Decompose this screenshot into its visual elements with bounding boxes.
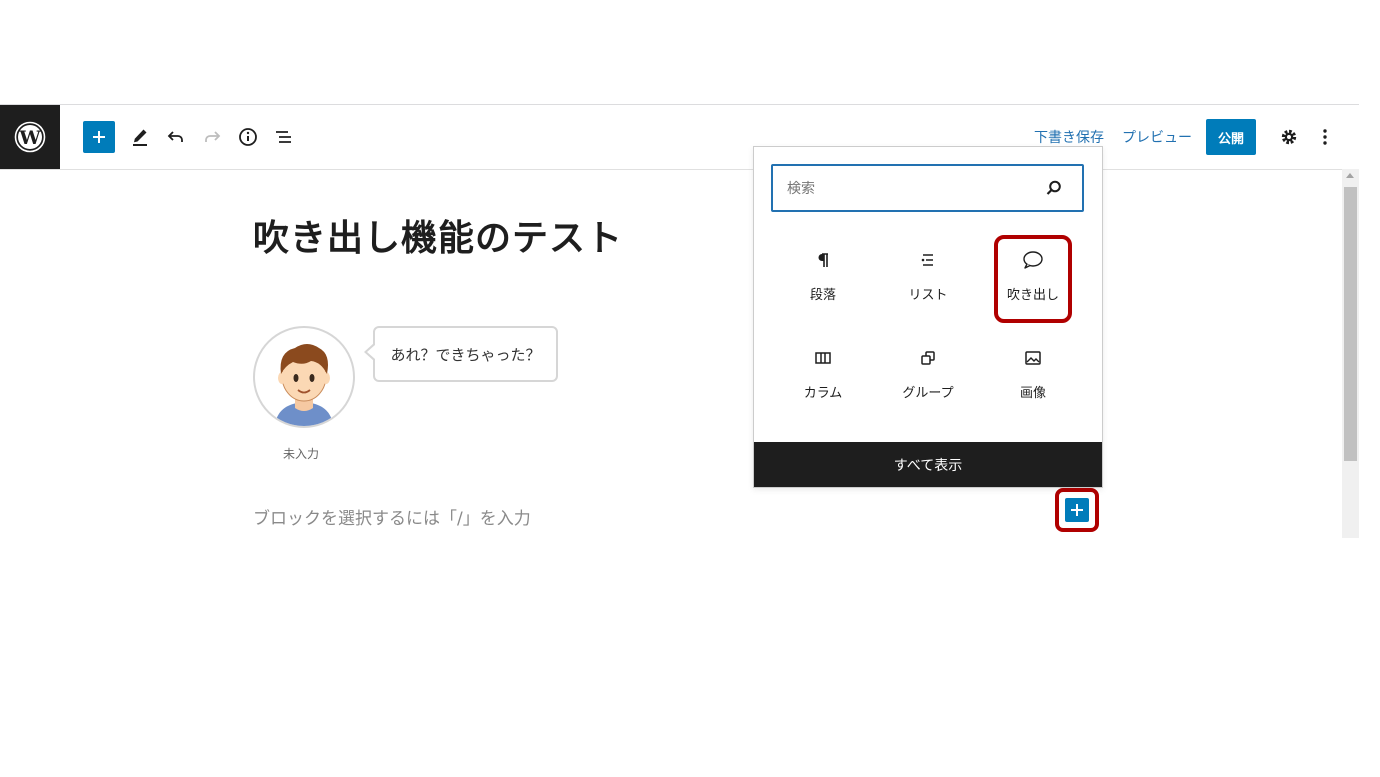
svg-text:W: W bbox=[18, 127, 41, 149]
speech-bubble-icon bbox=[1023, 251, 1043, 269]
speech-bubble-text[interactable]: あれ？できちゃった？ bbox=[390, 344, 540, 365]
plus-icon bbox=[93, 131, 105, 143]
block-label: 吹き出し bbox=[1006, 288, 1059, 303]
redo-button[interactable] bbox=[196, 121, 228, 153]
search-input[interactable] bbox=[785, 176, 1029, 202]
options-button[interactable] bbox=[1309, 121, 1341, 153]
block-label: リスト bbox=[908, 288, 948, 303]
block-columns[interactable]: カラム bbox=[773, 334, 873, 414]
inserter-search-box[interactable] bbox=[771, 164, 1084, 212]
block-label: グループ bbox=[902, 386, 954, 401]
info-icon bbox=[239, 128, 257, 146]
preview-link[interactable]: プレビュー bbox=[1122, 127, 1192, 147]
list-view-button[interactable] bbox=[268, 121, 300, 153]
settings-button[interactable] bbox=[1273, 121, 1305, 153]
undo-icon bbox=[167, 131, 183, 142]
boy-avatar-icon bbox=[275, 344, 333, 426]
block-placeholder[interactable]: ブロックを選択するには「/」を入力 bbox=[253, 504, 531, 529]
wordpress-logo-button[interactable]: W bbox=[0, 105, 60, 169]
publish-button[interactable]: 公開 bbox=[1206, 119, 1256, 155]
scrollbar-thumb[interactable] bbox=[1344, 187, 1357, 461]
avatar[interactable] bbox=[253, 326, 355, 428]
editor-header: W 下書き保存 プレビュー 公開 bbox=[0, 105, 1359, 170]
add-block-button[interactable] bbox=[83, 121, 115, 153]
show-all-button[interactable]: すべて表示 bbox=[754, 442, 1102, 487]
inline-add-highlight bbox=[1055, 488, 1099, 532]
pencil-icon bbox=[133, 129, 147, 146]
list-icon bbox=[921, 254, 933, 266]
scroll-up-arrow-icon[interactable] bbox=[1346, 173, 1354, 178]
edit-tool-button[interactable] bbox=[124, 121, 156, 153]
redo-icon bbox=[205, 131, 221, 142]
save-draft-link[interactable]: 下書き保存 bbox=[1034, 127, 1104, 147]
block-speech-balloon[interactable]: 吹き出し bbox=[983, 236, 1083, 316]
block-paragraph[interactable]: 段落 bbox=[773, 236, 873, 316]
more-vertical-icon bbox=[1323, 129, 1327, 145]
post-title[interactable]: 吹き出し機能のテスト bbox=[253, 209, 623, 261]
columns-icon bbox=[815, 352, 831, 364]
block-image[interactable]: 画像 bbox=[983, 334, 1083, 414]
block-label: 段落 bbox=[809, 288, 836, 303]
block-list[interactable]: リスト bbox=[878, 236, 978, 316]
block-group[interactable]: グループ bbox=[878, 334, 978, 414]
avatar-name-label: 未入力 bbox=[283, 447, 320, 461]
wordpress-icon: W bbox=[14, 121, 46, 153]
speech-bubble[interactable]: あれ？できちゃった？ bbox=[364, 326, 558, 382]
list-view-icon bbox=[276, 131, 291, 143]
undo-button[interactable] bbox=[160, 121, 192, 153]
block-label: 画像 bbox=[1019, 386, 1046, 401]
paragraph-icon bbox=[818, 253, 828, 267]
inline-add-block-button[interactable] bbox=[1065, 498, 1089, 522]
details-button[interactable] bbox=[232, 121, 264, 153]
editor-window: W 下書き保存 プレビュー 公開 吹き出し機能のテスト 未入力 あれ？できちゃっ… bbox=[0, 104, 1359, 538]
vertical-scrollbar[interactable] bbox=[1342, 169, 1359, 538]
block-inserter-popover: 段落 リスト 吹き出し bbox=[753, 146, 1103, 488]
gear-icon bbox=[1281, 129, 1297, 145]
block-label: カラム bbox=[803, 386, 843, 401]
search-button[interactable] bbox=[1044, 178, 1064, 202]
plus-icon bbox=[1071, 504, 1083, 516]
image-icon bbox=[1025, 351, 1041, 365]
search-icon bbox=[1046, 180, 1061, 195]
group-icon bbox=[921, 351, 935, 365]
